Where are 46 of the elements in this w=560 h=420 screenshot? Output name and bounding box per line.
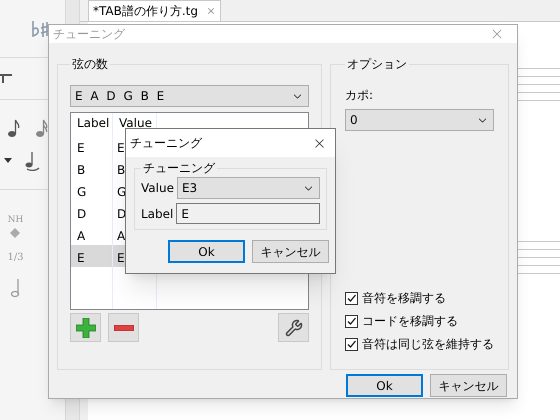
capo-dropdown[interactable]: 0 <box>345 109 494 131</box>
wrench-icon <box>284 318 302 336</box>
checkbox[interactable] <box>345 338 358 350</box>
checkbox[interactable] <box>345 314 358 328</box>
checkbox-label: コードを移調する <box>362 313 458 330</box>
group-title: チューニング <box>142 160 216 177</box>
group-title: 弦の数 <box>71 56 109 73</box>
ok-button[interactable]: Ok <box>168 240 245 263</box>
plus-icon <box>76 318 96 338</box>
table-cell[interactable]: B <box>71 157 112 179</box>
table-cell[interactable]: E <box>71 245 112 267</box>
cancel-button[interactable]: キャンセル <box>252 240 329 263</box>
tied-note-icon[interactable] <box>24 150 40 172</box>
checkbox-label: 音符は同じ弦を維持する <box>362 336 494 353</box>
sixteenth-note-icon[interactable] <box>36 118 48 138</box>
settings-button[interactable] <box>278 313 309 342</box>
ok-button[interactable]: Ok <box>346 374 423 397</box>
cancel-button[interactable]: キャンセル <box>430 374 507 397</box>
checkbox[interactable] <box>345 292 358 304</box>
field-label: Label <box>141 206 174 222</box>
triplet-label: 1/3 <box>7 250 24 264</box>
label-input-field[interactable]: E <box>176 203 320 224</box>
add-button[interactable] <box>70 313 101 342</box>
remove-button[interactable] <box>108 313 139 342</box>
close-tab-icon[interactable] <box>206 6 216 16</box>
dropdown-arrow-icon[interactable] <box>4 158 12 164</box>
group-title: オプション <box>346 56 408 73</box>
column-header: Label <box>76 115 110 132</box>
checkbox-label: 音符を移調する <box>362 290 446 307</box>
table-cell[interactable]: A <box>71 223 112 245</box>
half-note-icon[interactable] <box>10 276 20 298</box>
field-label: Value <box>141 180 174 197</box>
staff-icon[interactable] <box>0 72 12 86</box>
window-title: チューニング <box>53 26 125 43</box>
value-dropdown[interactable]: E3 <box>176 177 320 199</box>
capo-label: カポ: <box>345 87 374 104</box>
table-cell[interactable]: D <box>71 201 112 223</box>
document-tab[interactable]: *TAB譜の作り方.tg <box>88 0 221 21</box>
eighth-note-icon[interactable] <box>8 118 20 138</box>
window-title: チューニング <box>130 135 202 152</box>
minus-icon <box>114 324 134 330</box>
table-cell[interactable]: G <box>71 179 112 201</box>
table-cell[interactable]: E <box>71 135 112 157</box>
tuning-preset-dropdown[interactable]: E A D G B E <box>70 85 309 107</box>
column-header: Value <box>118 115 153 132</box>
natural-harmonic-label: NH <box>8 214 24 227</box>
